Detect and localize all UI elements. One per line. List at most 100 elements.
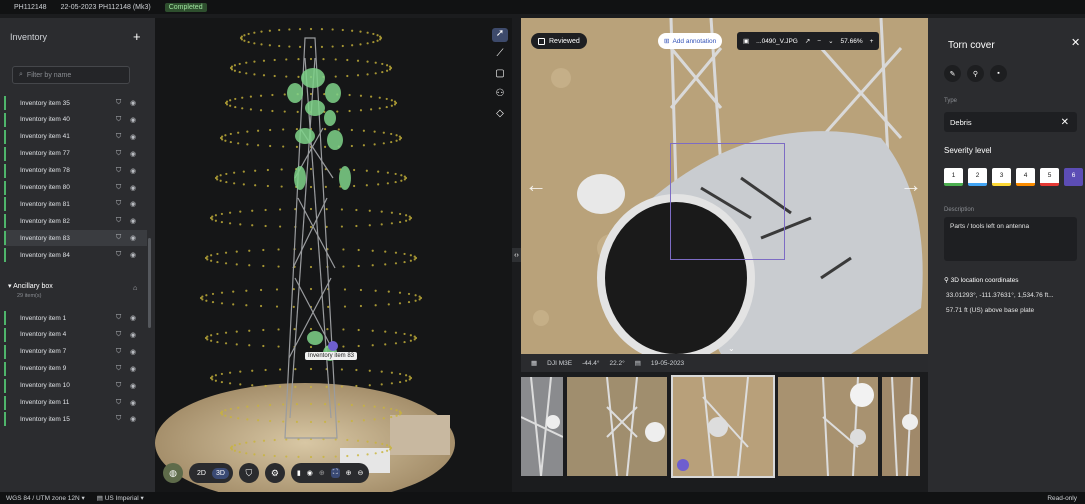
- eye-icon[interactable]: ◉: [130, 365, 136, 373]
- target-icon[interactable]: ⊕: [319, 469, 325, 477]
- zoom-in-button[interactable]: +: [870, 38, 874, 45]
- severity-option[interactable]: 4: [1016, 168, 1035, 186]
- inventory-item[interactable]: Inventory item 9 ⛉ ◉: [4, 361, 147, 377]
- eye-icon[interactable]: ◉: [130, 116, 136, 124]
- thumbnail[interactable]: [521, 377, 563, 476]
- thumbnail[interactable]: [567, 377, 667, 476]
- eye-icon[interactable]: ◉: [130, 200, 136, 208]
- shield-icon[interactable]: ⛉: [116, 251, 121, 259]
- zoom-out-icon[interactable]: ⊖: [358, 469, 364, 477]
- location-pin-icon[interactable]: ⚲: [967, 65, 984, 82]
- inventory-item[interactable]: Inventory item 15 ⛉ ◉: [4, 411, 147, 427]
- zoom-in-icon[interactable]: ⊕: [346, 469, 352, 477]
- inventory-item[interactable]: Inventory item 41 ⛉ ◉: [4, 129, 147, 145]
- eye-icon[interactable]: ◉: [130, 217, 136, 225]
- shield-icon[interactable]: ⛉: [116, 133, 121, 141]
- group-menu-icon[interactable]: ⌂: [133, 285, 137, 292]
- eye-icon[interactable]: ◉: [130, 348, 136, 356]
- box-tool-icon[interactable]: ▢: [492, 68, 508, 82]
- shield-icon[interactable]: ⛉: [116, 167, 121, 175]
- shield-icon[interactable]: ⛉: [116, 200, 121, 208]
- inventory-item[interactable]: Inventory item 7 ⛉ ◉: [4, 344, 147, 360]
- inventory-item[interactable]: Inventory item 78 ⛉ ◉: [4, 163, 147, 179]
- gear-icon[interactable]: ⚙: [264, 463, 285, 483]
- eye-icon[interactable]: ◉: [130, 415, 136, 423]
- inventory-item[interactable]: Inventory item 81 ⛉ ◉: [4, 196, 147, 212]
- eye-icon[interactable]: ◉: [130, 99, 136, 107]
- units-select[interactable]: ▤ US Imperial ▾: [97, 494, 144, 502]
- inventory-item[interactable]: Inventory item 83 ⛉ ◉: [4, 230, 147, 247]
- thumbnail[interactable]: [882, 377, 920, 476]
- add-inventory-button[interactable]: +: [133, 29, 141, 44]
- prev-photo-icon[interactable]: ←: [525, 172, 547, 198]
- zoom-out-button[interactable]: −: [817, 38, 821, 45]
- link-icon[interactable]: ↗: [805, 37, 810, 45]
- eye-icon[interactable]: ◉: [130, 314, 136, 322]
- volume-tool-icon[interactable]: ⚇: [492, 88, 508, 102]
- shield-icon[interactable]: ⛉: [116, 217, 121, 225]
- shield-icon[interactable]: ⛉: [116, 150, 121, 158]
- 3d-viewer[interactable]: Inventory item 83: [155, 18, 512, 492]
- thumbnail-selected[interactable]: [671, 375, 775, 478]
- shield-icon[interactable]: ⛉: [116, 116, 121, 124]
- inventory-item[interactable]: Inventory item 40 ⛉ ◉: [4, 112, 147, 128]
- eye-icon[interactable]: ◉: [130, 251, 136, 259]
- fit-view-icon[interactable]: ⛶: [330, 468, 340, 478]
- eye-icon[interactable]: ◉: [130, 133, 136, 141]
- collapse-icon[interactable]: ⌄: [728, 344, 735, 353]
- inventory-item[interactable]: Inventory item 10 ⛉ ◉: [4, 378, 147, 394]
- inventory-item[interactable]: Inventory item 82 ⛉ ◉: [4, 213, 147, 229]
- shield-icon[interactable]: ⛉: [116, 415, 121, 423]
- bookmark-icon[interactable]: ▮: [297, 469, 301, 477]
- cursor-tool-icon[interactable]: ➚: [492, 28, 508, 42]
- eye-icon[interactable]: ◉: [130, 184, 136, 192]
- shield-icon[interactable]: ⛉: [116, 314, 121, 322]
- type-select[interactable]: Debris ✕: [944, 112, 1077, 132]
- add-annotation-button[interactable]: ⊞ Add annotation: [658, 33, 723, 49]
- inventory-scrollbar[interactable]: [148, 238, 151, 328]
- eye-icon[interactable]: ◉: [130, 399, 136, 407]
- severity-option[interactable]: 6: [1064, 168, 1083, 186]
- shield-icon[interactable]: ⛉: [116, 234, 121, 242]
- eye-icon[interactable]: ◉: [130, 167, 136, 175]
- reviewed-checkbox[interactable]: Reviewed: [531, 33, 587, 49]
- severity-option[interactable]: 1: [944, 168, 963, 186]
- annotation-box[interactable]: [670, 143, 785, 260]
- filter-icon[interactable]: ⛉: [238, 463, 259, 483]
- inventory-item[interactable]: Inventory item 35 ⛉ ◉: [4, 95, 147, 111]
- eye-icon[interactable]: ◉: [130, 331, 136, 339]
- shield-icon[interactable]: ⛉: [116, 365, 121, 373]
- shield-icon[interactable]: ⛉: [116, 382, 121, 390]
- mode-2d-button[interactable]: 2D: [193, 468, 210, 479]
- description-field[interactable]: Parts / tools left on antenna: [944, 217, 1077, 261]
- inventory-item[interactable]: Inventory item 80 ⛉ ◉: [4, 180, 147, 196]
- zoom-dropdown-icon[interactable]: ⌄: [828, 37, 833, 45]
- trash-icon[interactable]: ▪: [990, 65, 1007, 82]
- globe-icon[interactable]: ◍: [163, 463, 183, 483]
- shield-icon[interactable]: ⛉: [116, 348, 121, 356]
- shield-icon[interactable]: ⛉: [116, 399, 121, 407]
- eye-icon[interactable]: ◉: [130, 150, 136, 158]
- close-icon[interactable]: ✕: [1071, 36, 1080, 49]
- inventory-item[interactable]: Inventory item 11 ⛉ ◉: [4, 395, 147, 411]
- severity-option[interactable]: 5: [1040, 168, 1059, 186]
- inventory-item[interactable]: Inventory item 77 ⛉ ◉: [4, 146, 147, 162]
- clear-type-icon[interactable]: ✕: [1061, 117, 1069, 128]
- severity-option[interactable]: 2: [968, 168, 987, 186]
- eye-icon[interactable]: ◉: [130, 382, 136, 390]
- split-divider[interactable]: ‹›: [512, 18, 521, 492]
- shield-icon[interactable]: ⛉: [116, 184, 121, 192]
- split-handle-icon[interactable]: ‹›: [512, 248, 521, 262]
- shield-icon[interactable]: ⛉: [116, 331, 121, 339]
- line-tool-icon[interactable]: ⟋: [492, 48, 508, 62]
- inventory-item[interactable]: Inventory item 84 ⛉ ◉: [4, 247, 147, 263]
- eye-icon[interactable]: ◉: [130, 234, 136, 242]
- inventory-item[interactable]: Inventory item 1 ⛉ ◉: [4, 310, 147, 326]
- group-ancillary-box[interactable]: ▾ Ancillary box: [8, 282, 53, 290]
- next-photo-icon[interactable]: →: [900, 172, 922, 198]
- mode-3d-button[interactable]: 3D: [211, 467, 229, 479]
- filter-input[interactable]: ⌕ Filter by name: [12, 66, 130, 84]
- point-tool-icon[interactable]: ◇: [492, 108, 508, 122]
- thumbnail[interactable]: [778, 377, 878, 476]
- inventory-item[interactable]: Inventory item 4 ⛉ ◉: [4, 327, 147, 343]
